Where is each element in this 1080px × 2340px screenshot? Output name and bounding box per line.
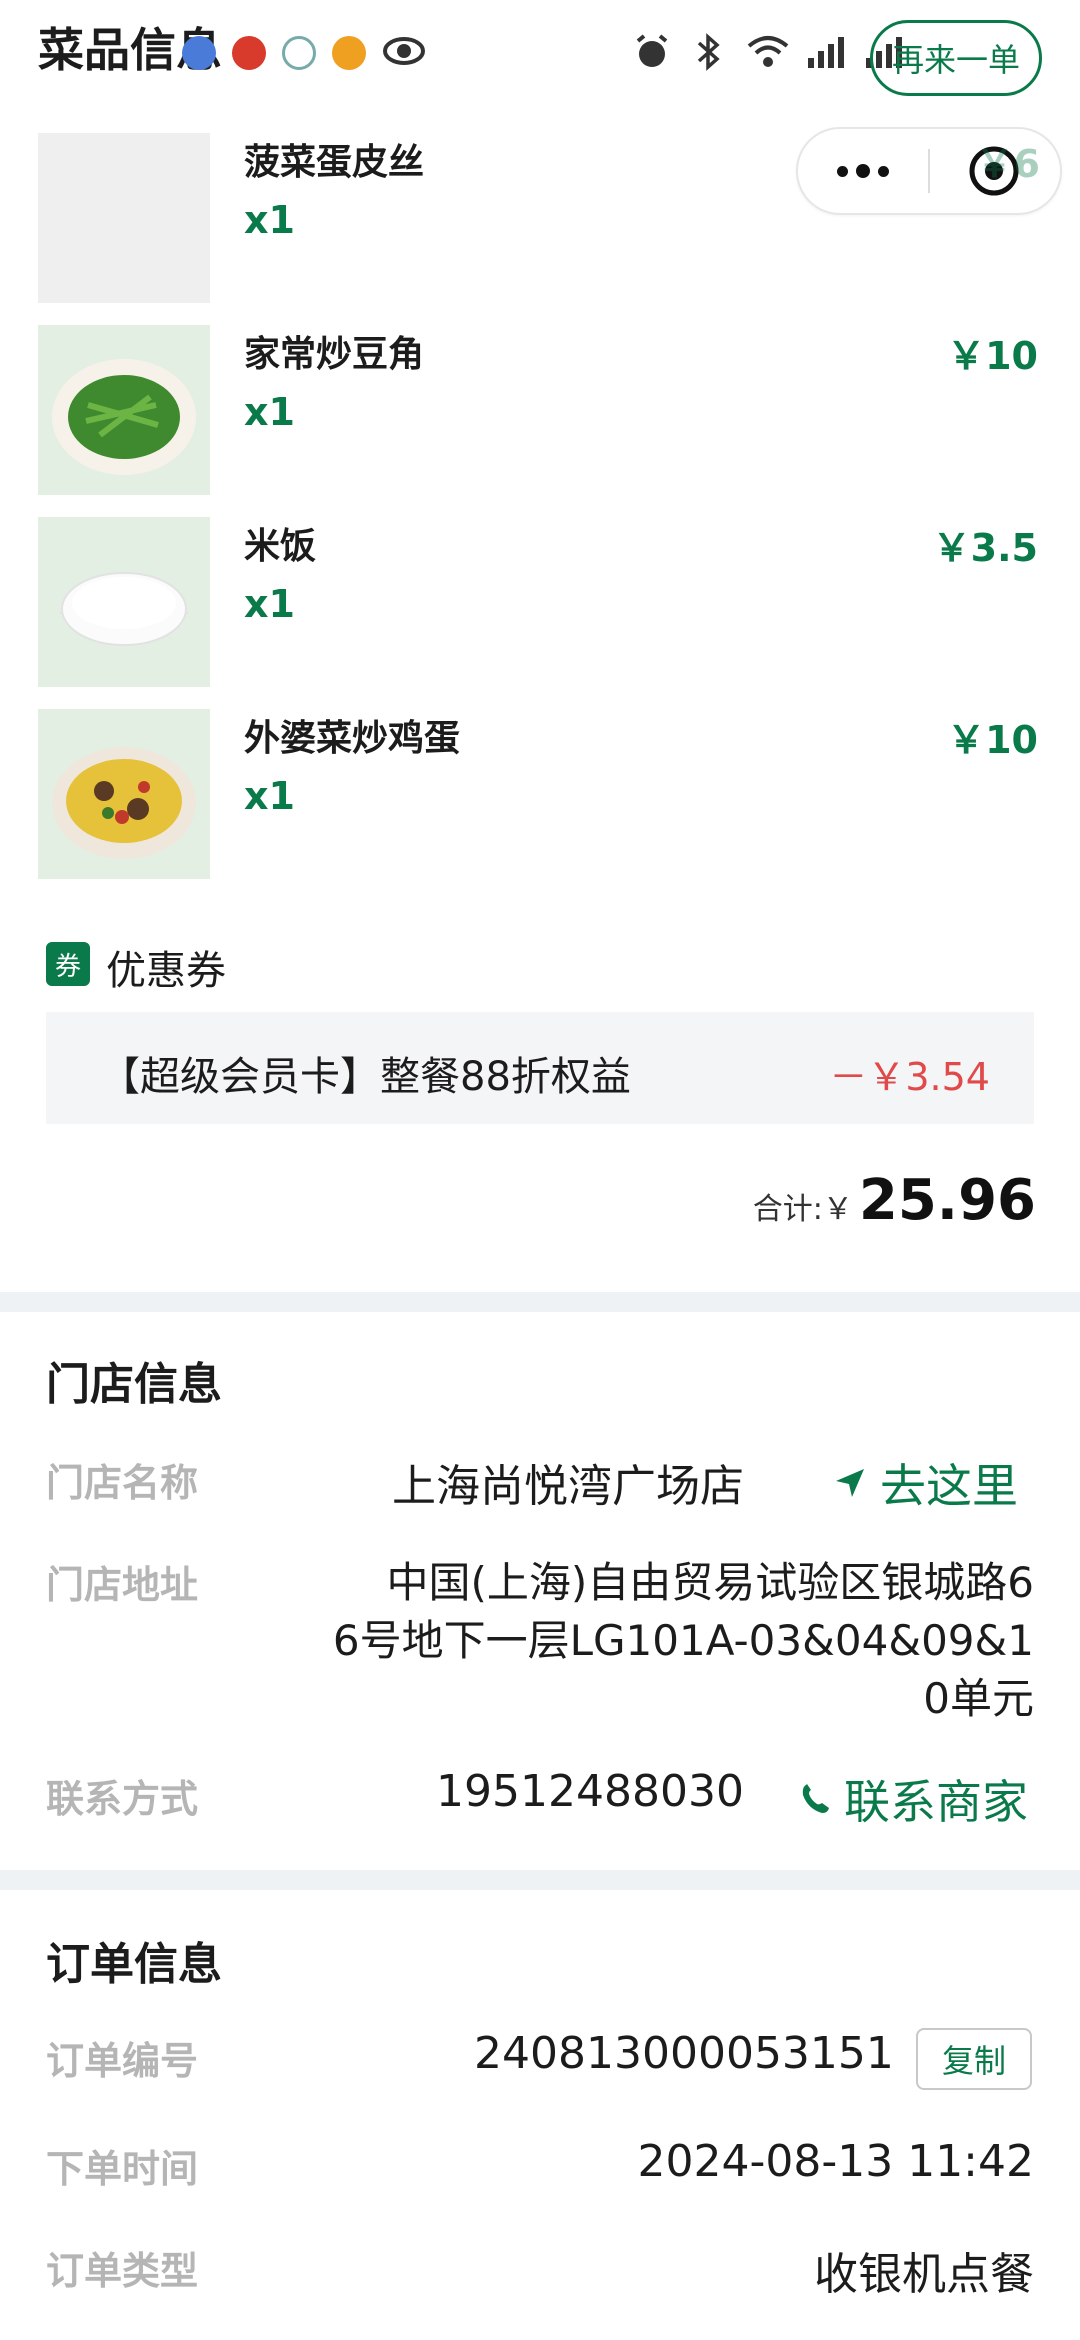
dish-image (38, 709, 210, 879)
copy-button[interactable]: 复制 (916, 2028, 1032, 2090)
coupon-item-value: －￥3.54 (829, 1055, 990, 1099)
address-line-2: 6号地下一层LG101A-03&04&09&1 (332, 1616, 1034, 1665)
store-address-label: 门店地址 (46, 1563, 199, 1607)
store-name-label: 门店名称 (46, 1461, 199, 1505)
dish-quantity: x1 (244, 774, 295, 818)
eye-icon (382, 34, 426, 72)
bluetooth-icon (688, 30, 732, 74)
dish-price: ￥10 (947, 334, 1038, 378)
dish-name: 外婆菜炒鸡蛋 (244, 718, 461, 759)
app-icon-orange (332, 36, 366, 70)
dish-image (38, 325, 210, 495)
coupon-badge: 券 (46, 942, 90, 986)
wechat-icon (282, 36, 316, 70)
more-button[interactable] (798, 164, 928, 178)
reorder-label: 再来一单 (891, 41, 1020, 79)
navigate-link-label: 去这里 (880, 1459, 1018, 1513)
weibo-icon (232, 36, 266, 70)
order-time-value: 2024-08-13 11:42 (637, 2136, 1035, 2187)
app-icon (182, 36, 216, 70)
dish-name: 米饭 (244, 526, 317, 567)
navigation-arrow-icon (836, 1469, 864, 1497)
dish-price: ￥10 (947, 718, 1038, 762)
address-line-3: 0单元 (923, 1674, 1034, 1723)
dish-price: ￥3.5 (932, 526, 1038, 570)
navigate-link[interactable]: 去这里 (834, 1450, 1018, 1516)
contact-merchant-link[interactable]: 联系商家 (800, 1766, 1028, 1832)
signal-icon (804, 30, 848, 74)
total-label: 合计: (752, 1192, 823, 1227)
store-name-value: 上海尚悦湾广场店 (392, 1461, 744, 1512)
coupon-item-label: 【超级会员卡】整餐88折权益 (100, 1054, 631, 1100)
dish-name: 菠菜蛋皮丝 (244, 142, 425, 183)
notification-icons (182, 34, 426, 72)
copy-button-label: 复制 (941, 2042, 1006, 2080)
reorder-button[interactable]: 再来一单 (870, 20, 1042, 96)
dish-price: ￥6 (975, 142, 1040, 186)
dish-quantity: x1 (244, 390, 295, 434)
order-time-label: 下单时间 (46, 2147, 199, 2191)
total-currency: ￥ (822, 1192, 853, 1227)
contact-phone: 19512488030 (436, 1766, 744, 1817)
dish-image (38, 517, 210, 687)
coupon-title: 优惠券 (106, 948, 226, 994)
alarm-icon (630, 30, 674, 74)
contact-label: 联系方式 (46, 1777, 199, 1821)
order-number-label: 订单编号 (46, 2039, 199, 2083)
store-section-title: 门店信息 (46, 1359, 222, 1410)
section-divider (0, 1870, 1080, 1890)
dish-quantity: x1 (244, 582, 295, 626)
dish-image (38, 133, 210, 303)
address-line-1: 中国(上海)自由贸易试验区银城路6 (386, 1558, 1035, 1607)
order-type-value: 收银机点餐 (814, 2249, 1034, 2300)
coupon-badge-text: 券 (54, 951, 81, 982)
dish-name: 家常炒豆角 (244, 334, 425, 375)
order-number-value: 240813000053151 (474, 2028, 894, 2079)
order-section-title: 订单信息 (46, 1939, 222, 1990)
total-amount: 25.96 (858, 1168, 1036, 1233)
status-bar-icons (630, 22, 906, 82)
section-divider (0, 1292, 1080, 1312)
dish-quantity: x1 (244, 198, 295, 242)
order-total: 合计: ￥ 25.96 (753, 1168, 1036, 1233)
coupon-row: 【超级会员卡】整餐88折权益 －￥3.54 (46, 1012, 1034, 1124)
wifi-icon (746, 30, 790, 74)
order-type-label: 订单类型 (46, 2249, 199, 2293)
phone-icon (802, 1784, 829, 1813)
store-address: 中国(上海)自由贸易试验区银城路6 6号地下一层LG101A-03&04&09&… (274, 1554, 1034, 1728)
contact-merchant-label: 联系商家 (844, 1775, 1028, 1829)
